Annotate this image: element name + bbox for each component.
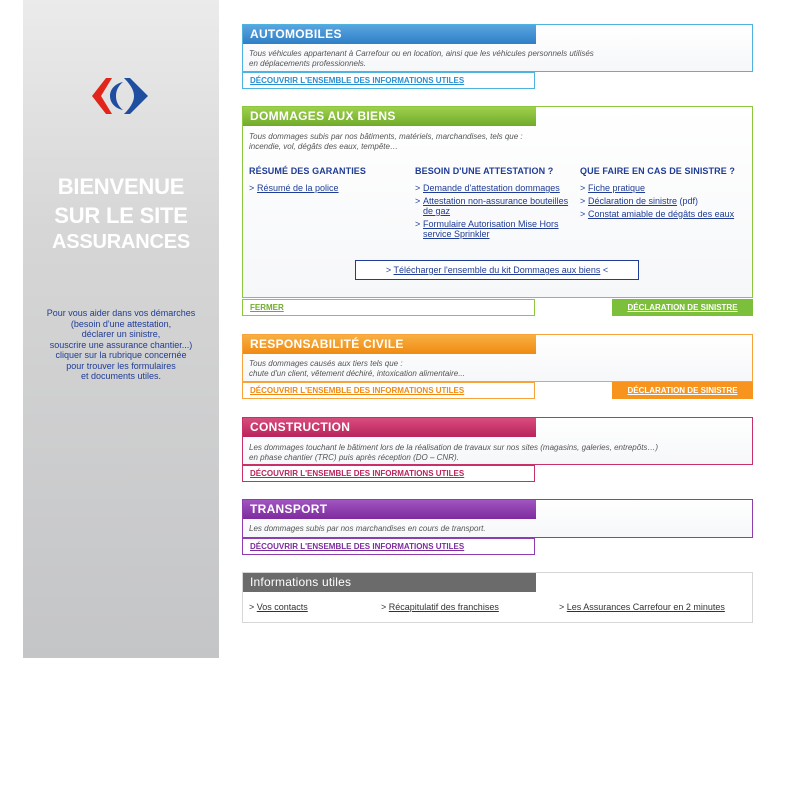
kit-download-button[interactable]: > Télécharger l'ensemble du kit Dommages… [355,260,639,280]
transport-header[interactable]: TRANSPORT [243,500,536,519]
welcome-title: BIENVENUE SUR LE SITE ASSURANCES [23,174,219,253]
list-item[interactable]: > Fiche pratique [580,183,748,193]
attestation-gaz-link[interactable]: Attestation non-assurance bouteilles de … [423,196,577,216]
list-item[interactable]: > Formulaire Autorisation Mise Hors servi… [415,219,577,239]
fiche-pratique-link[interactable]: Fiche pratique [588,183,645,193]
automobiles-description: Tous véhicules appartenant à Carrefour o… [249,49,594,68]
dommages-close-link[interactable]: FERMER [242,299,535,316]
dommages-description: Tous dommages subis par nos bâtiments, m… [249,132,523,151]
pdf-suffix: (pdf) [677,196,699,206]
welcome-line-3: ASSURANCES [51,231,191,253]
section-responsabilite: RESPONSABILITÉ CIVILE Tous dommages caus… [242,334,753,402]
construction-header[interactable]: CONSTRUCTION [243,418,536,437]
column-sinistre-title: QUE FAIRE EN CAS DE SINISTRE ? [580,166,736,176]
column-sinistre: QUE FAIRE EN CAS DE SINISTRE ? > Fiche pr… [580,166,748,222]
kit-suffix: < [600,265,609,275]
infos-header: Informations utiles [243,573,536,592]
responsabilite-description: Tous dommages causés aux tiers tels que … [249,359,465,378]
info-link-franchises[interactable]: > Récapitulatif des franchises [381,602,499,612]
franchises-link[interactable]: Récapitulatif des franchises [389,602,499,612]
responsabilite-header[interactable]: RESPONSABILITÉ CIVILE [243,335,536,354]
section-construction: CONSTRUCTION Les dommages touchant le bâ… [242,417,753,485]
transport-description: Les dommages subis par nos marchandises … [249,524,486,533]
carrefour-logo-icon [92,78,148,114]
column-garanties-title: RÉSUMÉ DES GARANTIES [249,166,367,176]
welcome-line-1: BIENVENUE [57,174,185,199]
column-attestation: BESOIN D'UNE ATTESTATION ? > Demande d'at… [415,166,577,242]
section-transport: TRANSPORT Les dommages subis par nos mar… [242,499,753,559]
info-link-2-minutes[interactable]: > Les Assurances Carrefour en 2 minutes [559,602,725,612]
column-garanties: RÉSUMÉ DES GARANTIES > Résumé de la polic… [249,166,409,196]
list-item[interactable]: > Constat amiable de dégâts des eaux [580,209,748,219]
assurances-2-minutes-link[interactable]: Les Assurances Carrefour en 2 minutes [567,602,725,612]
welcome-line-2: SUR LE SITE [54,203,188,228]
declaration-sinistre-link[interactable]: Déclaration de sinistre [588,196,677,206]
automobiles-discover-link[interactable]: DÉCOUVRIR L'ENSEMBLE DES INFORMATIONS UT… [242,72,535,89]
help-text: Pour vous aider dans vos démarches (beso… [46,308,196,381]
responsabilite-discover-link[interactable]: DÉCOUVRIR L'ENSEMBLE DES INFORMATIONS UT… [242,382,535,399]
sidebar: BIENVENUE SUR LE SITE ASSURANCES Pour vo… [23,0,219,658]
resume-police-link[interactable]: Résumé de la police [257,183,339,193]
kit-download-link[interactable]: Télécharger l'ensemble du kit Dommages a… [394,265,601,275]
list-item[interactable]: > Résumé de la police [249,183,409,193]
formulaire-sprinkler-link[interactable]: Formulaire Autorisation Mise Hors servic… [423,219,577,239]
section-infos: Informations utiles > Vos contacts > Réc… [242,572,753,624]
automobiles-header[interactable]: AUTOMOBILES [243,25,536,44]
transport-discover-link[interactable]: DÉCOUVRIR L'ENSEMBLE DES INFORMATIONS UT… [242,538,535,555]
dommages-declaration-button[interactable]: DÉCLARATION DE SINISTRE [612,299,753,316]
section-automobiles: AUTOMOBILES Tous véhicules appartenant à… [242,24,753,92]
responsabilite-declaration-button[interactable]: DÉCLARATION DE SINISTRE [612,382,753,399]
construction-discover-link[interactable]: DÉCOUVRIR L'ENSEMBLE DES INFORMATIONS UT… [242,465,535,482]
kit-prefix: > [385,265,394,275]
list-item[interactable]: > Demande d'attestation dommages [415,183,577,193]
info-link-contacts[interactable]: > Vos contacts [249,602,308,612]
list-item[interactable]: > Attestation non-assurance bouteilles de… [415,196,577,216]
dommages-header[interactable]: DOMMAGES AUX BIENS [243,107,536,126]
contacts-link[interactable]: Vos contacts [257,602,308,612]
section-dommages: DOMMAGES AUX BIENS Tous dommages subis p… [242,106,753,320]
demande-attestation-link[interactable]: Demande d'attestation dommages [423,183,560,193]
list-item[interactable]: > Déclaration de sinistre (pdf) [580,196,748,206]
constat-amiable-link[interactable]: Constat amiable de dégâts des eaux [588,209,734,219]
construction-description: Les dommages touchant le bâtiment lors d… [249,443,659,462]
column-attestation-title: BESOIN D'UNE ATTESTATION ? [415,166,554,176]
